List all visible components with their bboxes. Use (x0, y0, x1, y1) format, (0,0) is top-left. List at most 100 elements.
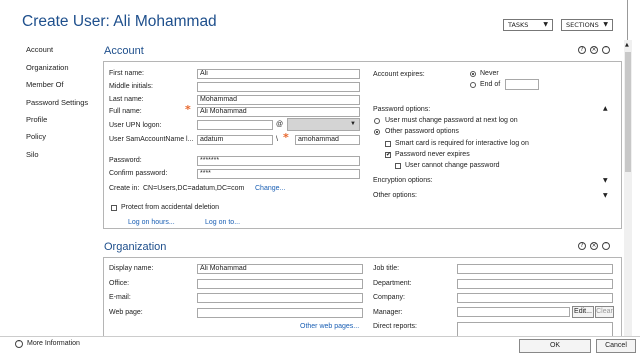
close-icon[interactable]: × (590, 46, 598, 54)
help-icon[interactable]: ? (578, 242, 586, 250)
required-icon: * (185, 103, 191, 116)
direct-reports-label: Direct reports: (373, 323, 417, 330)
smart-card-checkbox[interactable] (385, 141, 391, 147)
close-icon[interactable]: × (590, 242, 598, 250)
web-page-input[interactable] (197, 308, 363, 318)
end-of-radio[interactable] (470, 82, 476, 88)
manager-label: Manager: (373, 309, 403, 316)
other-web-pages-link[interactable]: Other web pages... (300, 323, 359, 330)
window-title: Create User: Ali Mohammad (22, 13, 217, 30)
last-name-label: Last name: (109, 96, 144, 103)
nav-item-member-of[interactable]: Member Of (26, 80, 64, 89)
web-page-label: Web page: (109, 309, 143, 316)
account-heading: Account (104, 45, 144, 57)
never-expires-label: Password never expires (395, 151, 470, 158)
protect-label: Protect from accidental deletion (121, 204, 220, 211)
account-expires-label: Account expires: (373, 71, 425, 78)
upn-input[interactable] (197, 120, 273, 130)
sam-separator: \ (276, 136, 278, 143)
sam-name-input[interactable]: amohammad (295, 135, 360, 145)
tasks-label: TASKS (508, 21, 529, 29)
manager-edit-button[interactable]: Edit... (572, 306, 594, 318)
collapse-icon[interactable]: ˄ (602, 242, 610, 250)
nav-item-password-settings[interactable]: Password Settings (26, 98, 88, 107)
first-name-label: First name: (109, 70, 145, 77)
expand-up-icon[interactable]: ˄ (15, 340, 23, 348)
full-name-input[interactable]: Ali Mohammad (197, 107, 360, 117)
job-title-input[interactable] (457, 264, 613, 274)
organization-heading: Organization (104, 241, 167, 253)
scrollbar[interactable]: ▲ (624, 40, 632, 336)
footer-bar: ˄ More Information OK Cancel (0, 336, 640, 361)
required-icon: * (283, 131, 289, 144)
sections-button[interactable]: SECTIONS ▼ (561, 19, 613, 31)
collapse-icon[interactable]: ˄ (602, 46, 610, 54)
ok-button[interactable]: OK (519, 339, 591, 353)
last-name-input[interactable]: Mohammad (197, 95, 360, 105)
password-label: Password: (109, 157, 142, 164)
upn-label: User UPN logon: (109, 122, 162, 129)
nav-item-organization[interactable]: Organization (26, 63, 69, 72)
password-options-label: Password options: (373, 106, 431, 113)
other-options-section-label: Other options: (373, 192, 417, 199)
never-label: Never (480, 70, 499, 77)
cannot-change-label: User cannot change password (405, 162, 500, 169)
scroll-up-icon[interactable]: ▲ (625, 42, 629, 48)
log-on-to-link[interactable]: Log on to... (205, 219, 240, 226)
display-name-label: Display name: (109, 265, 154, 272)
must-change-label: User must change password at next log on (385, 117, 518, 124)
email-label: E-mail: (109, 294, 131, 301)
display-name-input[interactable]: Ali Mohammad (197, 264, 363, 274)
scrollbar-thumb[interactable] (625, 52, 631, 172)
cannot-change-checkbox[interactable] (395, 163, 401, 169)
first-name-input[interactable]: Ali (197, 69, 360, 79)
office-label: Office: (109, 280, 130, 287)
confirm-password-input[interactable]: **** (197, 169, 360, 179)
manager-clear-button[interactable]: Clear (595, 306, 614, 318)
help-icon[interactable]: ? (578, 46, 586, 54)
job-title-label: Job title: (373, 265, 400, 272)
sam-domain-input[interactable]: adatum (197, 135, 273, 145)
collapse-triangle-icon[interactable]: ▲ (603, 105, 608, 112)
protect-checkbox[interactable] (111, 205, 117, 211)
chevron-down-icon: ▼ (350, 121, 356, 127)
create-in-label: Create in: (109, 185, 140, 192)
nav-item-profile[interactable]: Profile (26, 115, 47, 124)
middle-initials-input[interactable] (197, 82, 360, 92)
password-input[interactable]: ******* (197, 156, 360, 166)
full-name-label: Full name: (109, 108, 142, 115)
must-change-radio[interactable] (374, 118, 380, 124)
upn-suffix-dropdown[interactable]: ▼ (287, 118, 360, 131)
manager-input[interactable] (457, 307, 570, 317)
other-options-label: Other password options (385, 128, 459, 135)
window-edge (627, 0, 628, 40)
never-expires-checkbox[interactable] (385, 151, 391, 158)
department-label: Department: (373, 280, 412, 287)
end-of-label: End of (480, 81, 501, 88)
department-input[interactable] (457, 279, 613, 289)
sections-label: SECTIONS (566, 21, 599, 29)
change-link[interactable]: Change... (255, 185, 285, 192)
create-in-value: CN=Users,DC=adatum,DC=com (143, 185, 245, 192)
sam-label: User SamAccountName l... (109, 136, 194, 143)
middle-initials-label: Middle initials: (109, 83, 153, 90)
nav-item-policy[interactable]: Policy (26, 132, 46, 141)
cancel-button[interactable]: Cancel (596, 339, 636, 353)
company-input[interactable] (457, 293, 613, 303)
nav-item-silo[interactable]: Silo (26, 150, 39, 159)
log-on-hours-link[interactable]: Log on hours... (128, 219, 175, 226)
upn-at: @ (276, 121, 284, 128)
more-information-link[interactable]: More Information (27, 340, 80, 347)
tasks-button[interactable]: TASKS ▼ (503, 19, 553, 31)
never-radio[interactable] (470, 71, 476, 77)
expand-triangle-icon[interactable]: ▼ (603, 192, 608, 199)
smart-card-label: Smart card is required for interactive l… (395, 140, 529, 147)
direct-reports-list[interactable] (457, 322, 613, 336)
expand-triangle-icon[interactable]: ▼ (603, 177, 608, 184)
office-input[interactable] (197, 279, 363, 289)
other-options-radio[interactable] (374, 129, 380, 135)
end-of-date-input[interactable] (505, 79, 539, 90)
email-input[interactable] (197, 293, 363, 303)
confirm-password-label: Confirm password: (109, 170, 168, 177)
nav-item-account[interactable]: Account (26, 45, 53, 54)
